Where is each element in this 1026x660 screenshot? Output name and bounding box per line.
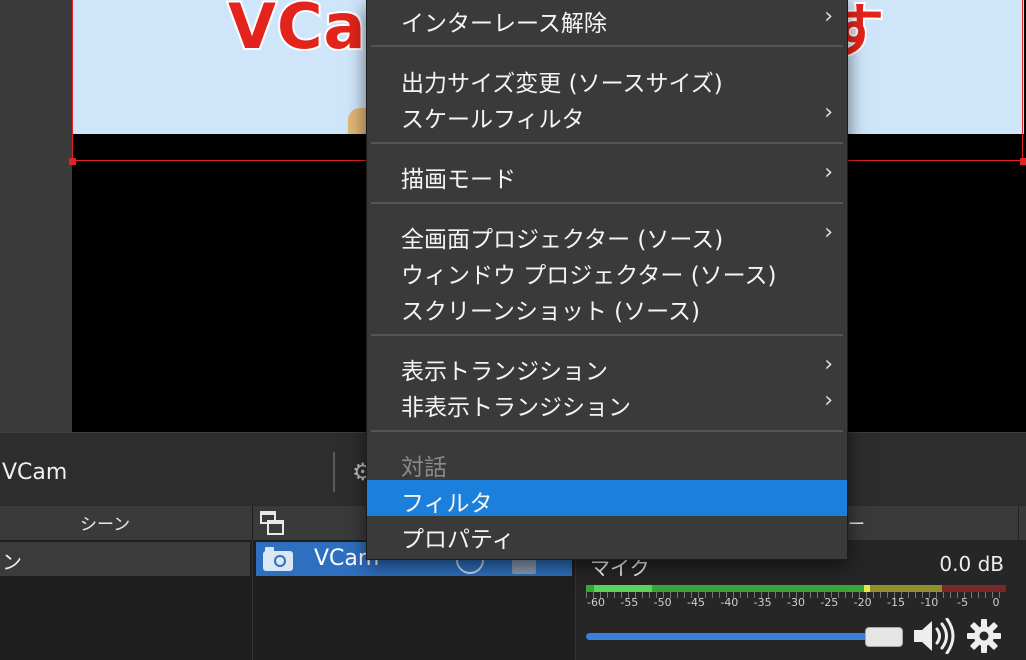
selected-source-name: VCam xyxy=(2,460,68,485)
menu-item-label: インターレース解除 xyxy=(401,11,607,37)
mixer-dock-title: ー xyxy=(848,515,865,535)
meter-tick-label: -60 xyxy=(587,596,605,609)
menu-item-label: スクリーンショット (ソース) xyxy=(401,299,700,325)
resize-handle-bottom-left[interactable] xyxy=(69,158,76,165)
chevron-right-icon: › xyxy=(824,160,833,185)
menu-separator xyxy=(371,430,843,432)
menu-separator xyxy=(371,334,843,336)
meter-tick-label: 0 xyxy=(992,596,1000,609)
menu-item-label: ウィンドウ プロジェクター (ソース) xyxy=(401,263,777,289)
mixer-level-db: 0.0 dB xyxy=(939,552,1004,576)
source-context-menu: インターレース解除 › 出力サイズ変更 (ソースサイズ) スケールフィルタ › … xyxy=(366,0,848,560)
menu-item-label: フィルタ xyxy=(401,491,493,517)
audio-meter-red-zone xyxy=(942,585,1006,592)
volume-slider-track[interactable] xyxy=(586,633,876,640)
menu-item-hide-transition[interactable]: 非表示トランジション › xyxy=(367,384,847,421)
menu-separator xyxy=(371,202,843,204)
audio-meter-peak xyxy=(864,585,870,592)
camera-icon xyxy=(263,547,293,571)
meter-tick-label: -20 xyxy=(853,596,872,609)
scene-item-label: ン xyxy=(2,550,22,574)
toolbar-divider xyxy=(333,452,335,492)
audio-meter-scale: -60 -55 -50 -45 -40 -35 -30 -25 -20 -15 -10 -5 0 xyxy=(586,596,1010,610)
menu-item-window-projector[interactable]: ウィンドウ プロジェクター (ソース) xyxy=(367,252,847,289)
menu-item-interact: 対話 xyxy=(367,444,847,481)
menu-item-scale-filter[interactable]: スケールフィルタ › xyxy=(367,96,847,133)
chevron-right-icon: › xyxy=(824,352,833,377)
audio-meter-yellow-zone xyxy=(864,585,942,592)
menu-separator xyxy=(371,45,843,47)
meter-tick-label: -5 xyxy=(957,596,969,609)
menu-item-label: 表示トランジション xyxy=(401,359,608,385)
meter-tick-label: -55 xyxy=(620,596,639,609)
meter-tick-label: -35 xyxy=(753,596,772,609)
meter-tick-label: -10 xyxy=(920,596,939,609)
menu-item-filters[interactable]: フィルタ xyxy=(367,480,847,517)
chevron-right-icon: › xyxy=(824,4,833,29)
menu-item-resize-output[interactable]: 出力サイズ変更 (ソースサイズ) xyxy=(367,60,847,97)
menu-item-show-transition[interactable]: 表示トランジション › xyxy=(367,348,847,385)
chevron-right-icon: › xyxy=(824,388,833,413)
audio-meter-level xyxy=(594,585,652,592)
menu-item-blend-mode[interactable]: 描画モード › xyxy=(367,156,847,193)
meter-tick-label: -50 xyxy=(653,596,672,609)
menu-item-fullscreen-projector[interactable]: 全画面プロジェクター (ソース) › xyxy=(367,216,847,253)
chevron-right-icon: › xyxy=(824,220,833,245)
volume-slider-handle[interactable] xyxy=(865,627,903,647)
menu-separator xyxy=(371,142,843,144)
resize-handle-bottom-right[interactable] xyxy=(1020,158,1026,165)
menu-item-label: 出力サイズ変更 (ソースサイズ) xyxy=(401,71,723,97)
meter-tick-label: -45 xyxy=(687,596,705,609)
menu-item-label: 対話 xyxy=(401,455,447,481)
meter-tick-label: -25 xyxy=(820,596,839,609)
chevron-right-icon: › xyxy=(824,100,833,125)
sources-dock-icon xyxy=(260,511,284,535)
meter-tick-label: -40 xyxy=(720,596,739,609)
next-dock-header xyxy=(1018,506,1026,540)
menu-item-label: 全画面プロジェクター (ソース) xyxy=(401,227,724,253)
menu-item-label: 描画モード xyxy=(401,167,516,193)
meter-tick-label: -30 xyxy=(787,596,805,609)
menu-item-label: スケールフィルタ xyxy=(401,107,585,133)
menu-item-deinterlace[interactable]: インターレース解除 › xyxy=(367,0,847,37)
menu-item-screenshot[interactable]: スクリーンショット (ソース) xyxy=(367,288,847,325)
scene-item[interactable] xyxy=(0,542,250,576)
mixer-settings-gear-icon[interactable] xyxy=(966,618,1002,654)
meter-tick-label: -15 xyxy=(887,596,905,609)
scenes-dock-title: シーン xyxy=(80,515,131,535)
menu-item-label: プロパティ xyxy=(401,527,515,553)
speaker-icon[interactable] xyxy=(912,618,958,654)
menu-item-properties[interactable]: プロパティ xyxy=(367,516,847,553)
menu-item-label: 非表示トランジション xyxy=(401,395,631,421)
